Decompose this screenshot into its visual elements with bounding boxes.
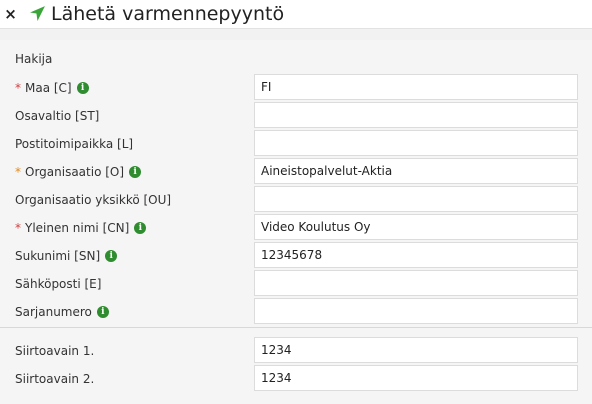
form-row-serial-number: Sarjanumero i [0, 298, 592, 326]
surname-input[interactable]: 12345678 [254, 242, 578, 268]
form-row-country: * Maa [C] i FI [0, 74, 592, 102]
form-row-transfer-key-2: Siirtoavain 2. 1234 [0, 365, 592, 393]
field-label-surname: Sukunimi [SN] [15, 249, 101, 263]
info-icon[interactable]: i [134, 222, 147, 234]
state-input[interactable] [254, 102, 578, 128]
form-row-surname: Sukunimi [SN] i 12345678 [0, 242, 592, 270]
form-row-organization-unit: Organisaatio yksikkö [OU] [0, 186, 592, 214]
info-icon[interactable]: i [129, 166, 142, 178]
dialog-title: Lähetä varmennepyyntö [51, 3, 285, 25]
required-marker: * [15, 221, 21, 235]
form-row-transfer-key-1: Siirtoavain 1. 1234 [0, 337, 592, 365]
country-input[interactable]: FI [254, 74, 578, 100]
field-label-organization-unit: Organisaatio yksikkö [OU] [15, 193, 172, 207]
info-icon[interactable]: i [96, 306, 109, 318]
dialog-header: × Lähetä varmennepyyntö [0, 0, 592, 29]
info-icon[interactable]: i [76, 82, 89, 94]
field-label-country: Maa [C] [25, 81, 72, 95]
serial-number-input[interactable] [254, 298, 578, 324]
field-label-locality: Postitoimipaikka [L] [15, 137, 134, 151]
close-icon[interactable]: × [4, 4, 17, 24]
field-label-transfer-key-1: Siirtoavain 1. [15, 344, 95, 358]
field-label-transfer-key-2: Siirtoavain 2. [15, 372, 95, 386]
field-label-serial-number: Sarjanumero [15, 305, 92, 319]
section-divider [0, 327, 592, 328]
form-row-organization: * Organisaatio [O] i Aineistopalvelut-Ak… [0, 158, 592, 186]
organization-input[interactable]: Aineistopalvelut-Aktia [254, 158, 578, 184]
form-row-state: Osavaltio [ST] [0, 102, 592, 130]
field-label-state: Osavaltio [ST] [15, 109, 100, 123]
form-row-locality: Postitoimipaikka [L] [0, 130, 592, 158]
transfer-key-1-input[interactable]: 1234 [254, 337, 578, 363]
required-marker: * [15, 81, 21, 95]
organization-unit-input[interactable] [254, 186, 578, 212]
section-label-applicant: Hakija [15, 52, 53, 66]
required-marker: * [15, 165, 21, 179]
common-name-input[interactable]: Video Koulutus Oy [254, 214, 578, 240]
certificate-request-form: Hakija * Maa [C] i FI Osavaltio [ST] Pos… [0, 40, 592, 404]
field-label-common-name: Yleinen nimi [CN] [25, 221, 130, 235]
field-label-email: Sähköposti [E] [15, 277, 102, 291]
form-row-common-name: * Yleinen nimi [CN] i Video Koulutus Oy [0, 214, 592, 242]
email-input[interactable] [254, 270, 578, 296]
info-icon[interactable]: i [105, 250, 118, 262]
transfer-key-2-input[interactable]: 1234 [254, 365, 578, 391]
field-label-organization: Organisaatio [O] [25, 165, 125, 179]
send-icon [30, 6, 45, 21]
form-row-email: Sähköposti [E] [0, 270, 592, 298]
locality-input[interactable] [254, 130, 578, 156]
